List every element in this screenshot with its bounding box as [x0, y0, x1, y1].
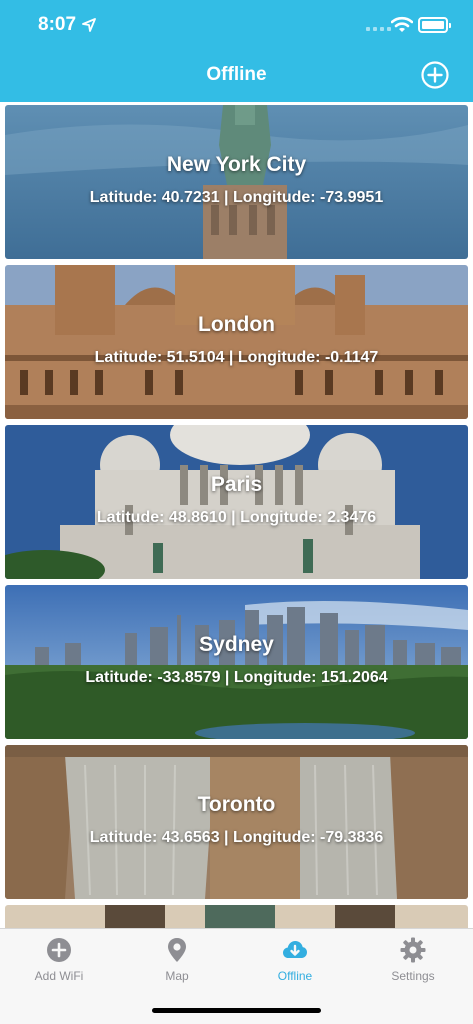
- status-bar: 8:07: [0, 0, 473, 52]
- city-card-paris[interactable]: Paris Latitude: 48.8610 | Longitude: 2.3…: [5, 425, 468, 579]
- gear-icon: [400, 937, 426, 963]
- cloud-download-icon: [283, 941, 307, 958]
- cellular-signal-icon: [366, 27, 391, 31]
- navigation-bar: 8:07 Offline: [0, 0, 473, 102]
- wifi-icon: [391, 16, 413, 32]
- city-card-toronto[interactable]: Toronto Latitude: 43.6563 | Longitude: -…: [5, 745, 468, 899]
- city-card-sydney[interactable]: Sydney Latitude: -33.8579 | Longitude: 1…: [5, 585, 468, 739]
- city-card-london[interactable]: London Latitude: 51.5104 | Longitude: -0…: [5, 265, 468, 419]
- page-title: Offline: [206, 64, 267, 85]
- city-coordinates: Latitude: 40.7231 | Longitude: -73.9951: [89, 189, 384, 206]
- location-arrow-icon: [82, 18, 96, 32]
- add-button[interactable]: [421, 61, 449, 89]
- tab-map[interactable]: Map: [118, 937, 236, 993]
- city-coordinates: Latitude: 51.5104 | Longitude: -0.1147: [94, 349, 379, 366]
- city-image: [5, 905, 468, 928]
- city-coordinates: Latitude: 43.6563 | Longitude: -79.3836: [89, 829, 384, 846]
- city-card-new-york[interactable]: New York City Latitude: 40.7231 | Longit…: [5, 105, 468, 259]
- tab-label: Map: [165, 969, 189, 983]
- city-name: Paris: [210, 473, 263, 496]
- map-pin-icon: [168, 938, 186, 962]
- city-name: London: [198, 313, 275, 336]
- city-coordinates: Latitude: 48.8610 | Longitude: 2.3476: [96, 509, 377, 526]
- battery-icon: [418, 17, 451, 33]
- tab-label: Settings: [391, 969, 435, 983]
- tab-settings[interactable]: Settings: [354, 937, 472, 993]
- tab-offline[interactable]: Offline: [236, 937, 354, 993]
- tab-label: Add WiFi: [34, 969, 84, 983]
- tab-label: Offline: [277, 969, 313, 983]
- city-card-partial[interactable]: [5, 905, 468, 928]
- city-coordinates: Latitude: -33.8579 | Longitude: 151.2064: [85, 669, 388, 686]
- city-name: Toronto: [197, 793, 276, 816]
- city-name: New York City: [166, 153, 307, 176]
- home-indicator[interactable]: [152, 1008, 321, 1013]
- plus-circle-icon: [47, 938, 71, 962]
- city-name: Sydney: [199, 633, 274, 656]
- city-list[interactable]: New York City Latitude: 40.7231 | Longit…: [0, 102, 473, 928]
- status-time: 8:07: [38, 14, 77, 35]
- tab-add-wifi[interactable]: Add WiFi: [0, 937, 118, 993]
